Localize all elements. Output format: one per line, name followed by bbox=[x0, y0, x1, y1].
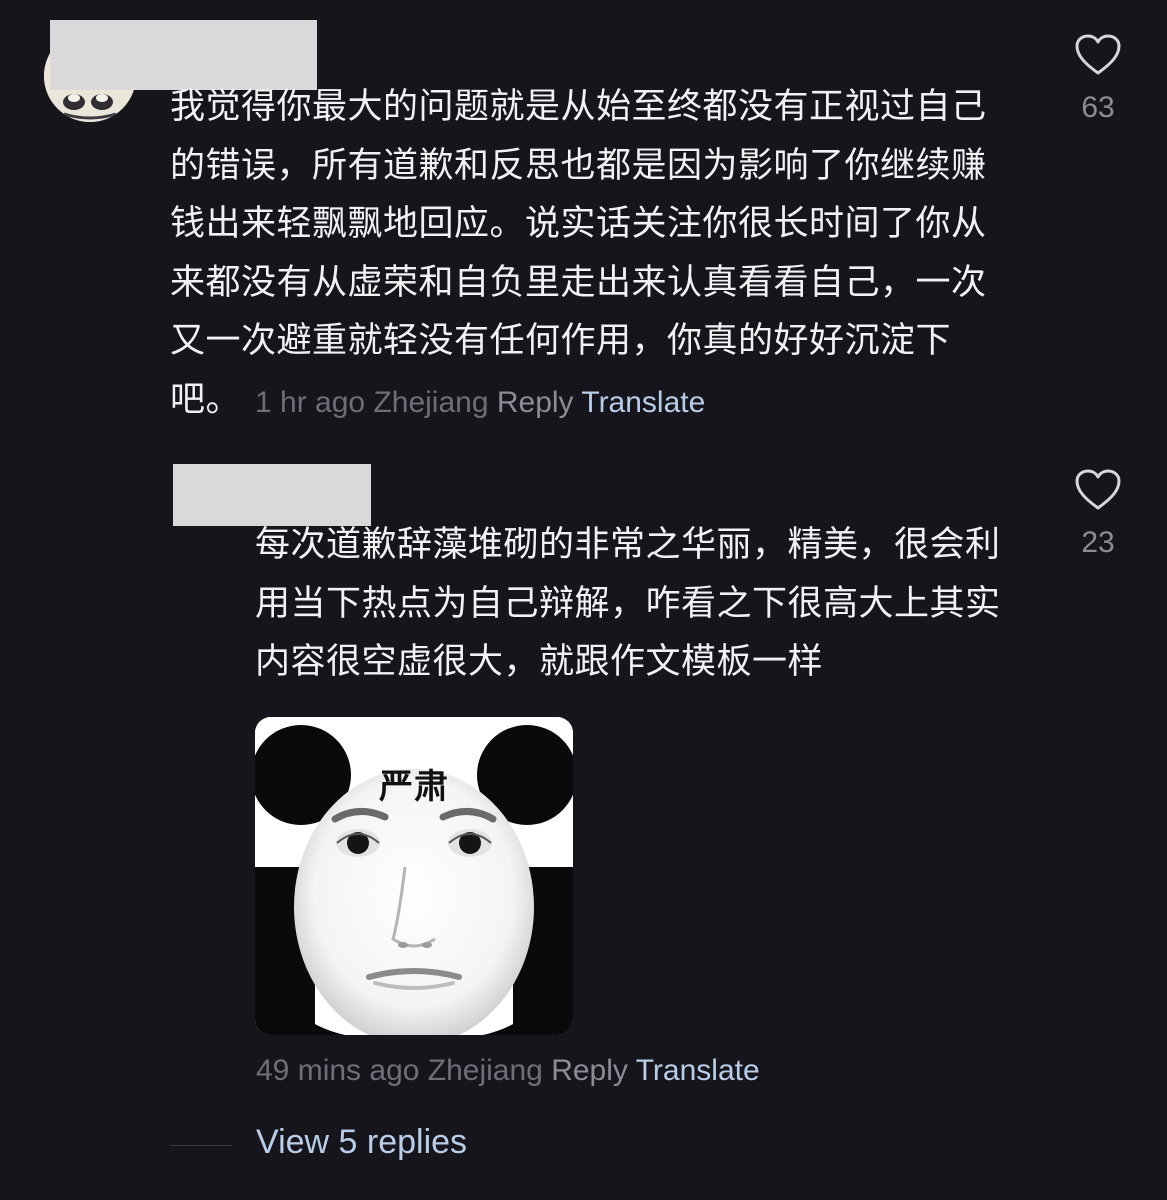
comment-text: 我觉得你最大的问题就是从始至终都没有正视过自己的错误，所有道歉和反思也都是因为影… bbox=[170, 87, 987, 420]
comment-text: 每次道歉辞藻堆砌的非常之华丽，精美，很会利用当下热点为自己辩解，咋看之下很高大上… bbox=[255, 525, 1001, 682]
comment-time: 49 mins ago bbox=[256, 1054, 420, 1087]
comment-time: 1 hr ago bbox=[255, 386, 366, 419]
sticker-image[interactable]: 严肃 bbox=[255, 717, 573, 1035]
comment-meta: 49 mins ago Zhejiang Reply Translate bbox=[256, 1054, 760, 1088]
like-count: 63 bbox=[1081, 91, 1115, 124]
sticker-caption: 严肃 bbox=[379, 767, 449, 807]
like-count: 23 bbox=[1081, 526, 1115, 559]
heart-outline-icon bbox=[1075, 34, 1121, 75]
heart-outline-icon bbox=[1075, 469, 1121, 510]
like-button[interactable]: 23 bbox=[1068, 468, 1128, 560]
reply-button[interactable]: Reply bbox=[551, 1054, 628, 1087]
translate-button[interactable]: Translate bbox=[636, 1054, 760, 1087]
like-button[interactable]: 63 bbox=[1068, 33, 1128, 125]
comment-location: Zhejiang bbox=[373, 386, 489, 419]
translate-button[interactable]: Translate bbox=[581, 386, 705, 419]
comment-location: Zhejiang bbox=[427, 1054, 543, 1087]
view-replies-button[interactable]: View 5 replies bbox=[256, 1123, 467, 1162]
replies-divider bbox=[170, 1145, 232, 1146]
reply-button[interactable]: Reply bbox=[497, 386, 574, 419]
comment-meta: 1 hr ago Zhejiang Reply Translate bbox=[255, 386, 705, 420]
